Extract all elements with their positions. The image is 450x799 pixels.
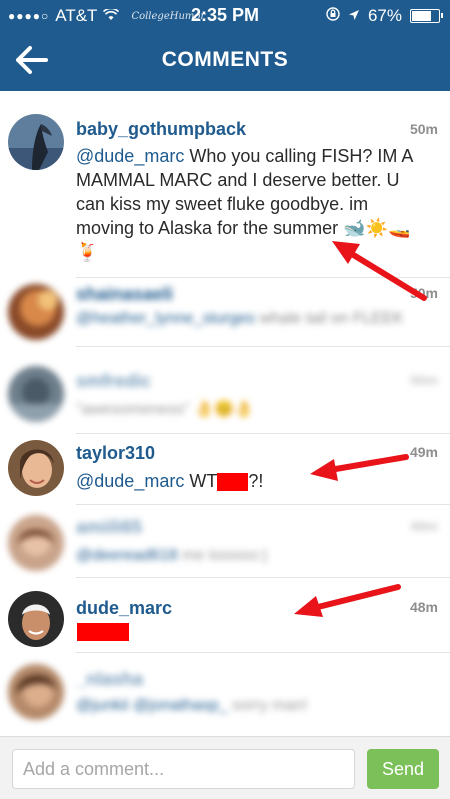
page-title: COMMENTS (161, 48, 289, 71)
comment-text: @junkii @jonathasp_ sorry man! (76, 694, 416, 718)
comment-body: whale tail on FLEEK (255, 310, 404, 327)
location-arrow-icon (348, 6, 360, 26)
comment-username[interactable]: baby_gothumpback (76, 119, 246, 140)
comment-username[interactable]: shainasaeli (76, 284, 173, 305)
mention-link[interactable]: @dude_marc (76, 471, 184, 491)
comment-body-end: ?! (248, 471, 264, 491)
avatar[interactable] (8, 114, 64, 170)
avatar[interactable] (8, 664, 64, 720)
comment-timestamp: 50m (409, 372, 438, 388)
battery-percent: 67% (367, 6, 402, 25)
comment-username[interactable]: amiili65 (76, 517, 142, 538)
avatar[interactable] (8, 591, 64, 647)
comment-list[interactable]: baby_gothumpback 50m @dude_marc Who you … (0, 91, 450, 736)
comment-text: @deeread618 me tooooo:) (76, 544, 416, 568)
comment-body: sorry man! (227, 697, 308, 714)
status-bar: ●●●●○ AT&T CollegeHumor 2:35 PM 67% (0, 0, 450, 32)
avatar[interactable] (8, 515, 64, 571)
mention-link[interactable]: @dude_marc (76, 146, 184, 166)
annotation-arrow-icon (332, 241, 427, 301)
rotation-lock-icon (326, 6, 340, 26)
avatar[interactable] (8, 440, 64, 496)
comment-composer: Send (0, 736, 450, 799)
comment-username[interactable]: _nlasha (76, 669, 143, 690)
battery-icon (410, 9, 443, 23)
mention-link[interactable]: @heather_lynne_sturges (76, 310, 255, 327)
comment-timestamp: 49m (409, 444, 438, 460)
comment-body: me tooooo:) (177, 547, 268, 564)
comment-username[interactable]: dude_marc (76, 598, 172, 619)
redaction-box (77, 623, 129, 641)
comment-item: smfredic 50m "awesomeness" 👌😊👌 (0, 347, 450, 434)
annotation-arrow-icon (294, 584, 401, 617)
send-button[interactable]: Send (367, 749, 439, 789)
comment-timestamp: 49m (409, 518, 438, 534)
comment-text: @heather_lynne_sturges whale tail on FLE… (76, 308, 416, 329)
add-comment-input[interactable] (12, 749, 355, 789)
comment-body: WT (184, 471, 218, 491)
comment-username[interactable]: smfredic (76, 371, 151, 392)
comment-timestamp: 48m (409, 599, 438, 615)
redaction-box (217, 473, 249, 492)
comment-username[interactable]: taylor310 (76, 443, 155, 464)
comment-timestamp: 50m (409, 121, 438, 137)
comment-text: "awesomeness" 👌😊👌 (76, 401, 254, 418)
top-bar: ●●●●○ AT&T CollegeHumor 2:35 PM 67% COMM… (0, 0, 450, 91)
comment-item: _nlasha @junkii @jonathasp_ sorry man! (0, 653, 450, 736)
mention-link[interactable]: @deeread618 (76, 547, 178, 564)
mention-link[interactable]: @junkii @jonathasp_ (76, 697, 228, 714)
avatar[interactable] (8, 366, 64, 422)
annotation-arrow-icon (310, 454, 409, 481)
avatar[interactable] (8, 284, 64, 340)
nav-bar: COMMENTS (0, 32, 450, 91)
comment-item: amiili65 49m @deeread618 me tooooo:) (0, 505, 450, 578)
